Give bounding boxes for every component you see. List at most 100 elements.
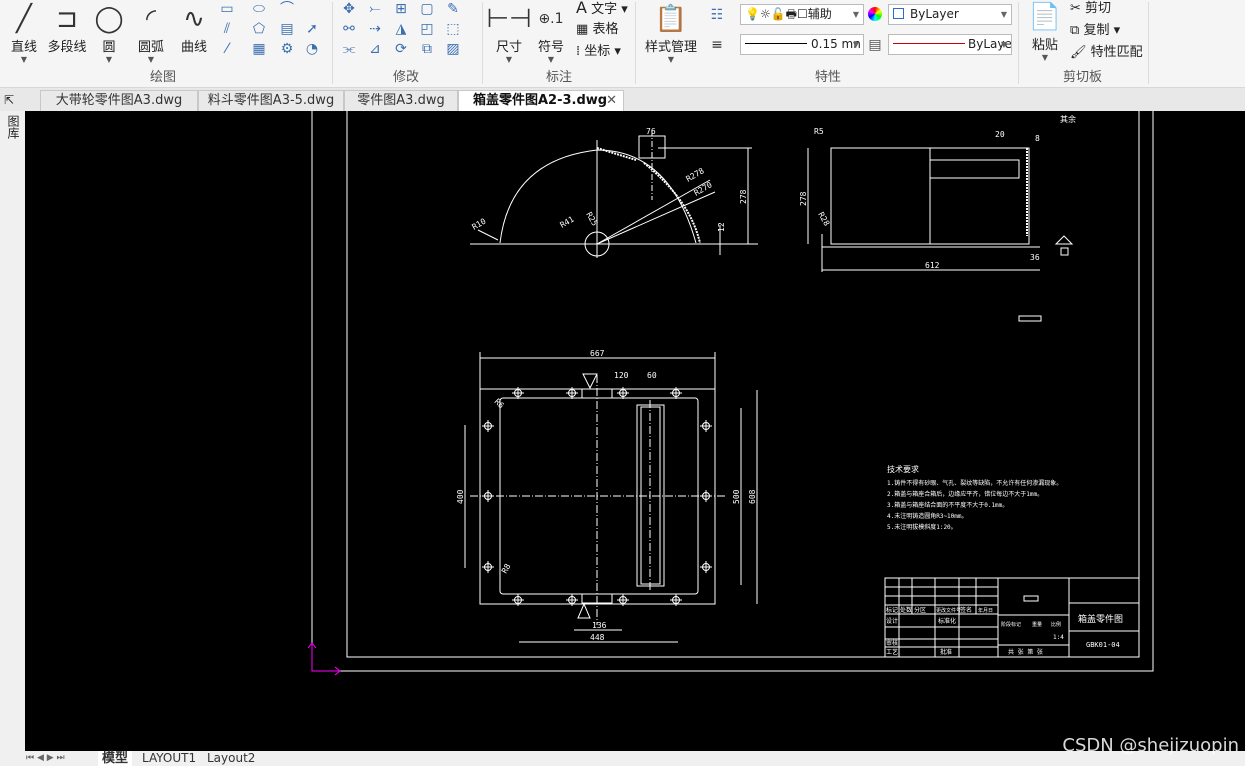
file-tab[interactable]: 零件图A3.dwg — [344, 90, 458, 111]
offset-icon[interactable]: ⫘ — [340, 40, 358, 58]
scale-icon[interactable]: ◰ — [418, 20, 436, 38]
color-select[interactable]: ByLayer ▼ — [888, 4, 1012, 25]
layout-tab-bar: ⏮ ◀ ▶ ⏭ 模型 LAYOUT1 Layout2 — [0, 751, 1245, 766]
dim-text: R270 — [693, 180, 714, 198]
tab-layout1[interactable]: LAYOUT1 — [142, 751, 196, 766]
rotate-icon[interactable]: ⟳ — [392, 40, 410, 58]
trim-icon[interactable]: ⤚ — [366, 0, 384, 18]
revcloud-icon[interactable]: ▤ — [278, 20, 296, 38]
array-icon[interactable]: ⊞ — [392, 0, 410, 18]
spline-icon: ∿ — [183, 4, 205, 34]
cut-button[interactable]: ✂ 剪切 — [1070, 0, 1111, 16]
copy-button[interactable]: ⧉ 复制 ▾ — [1070, 19, 1120, 38]
coordinate-button[interactable]: ⁞ 坐标 ▾ — [576, 40, 621, 59]
spline-button[interactable]: ∿ 曲线 — [176, 2, 212, 55]
fillet-icon[interactable]: ⧉ — [418, 40, 436, 58]
detail-rect — [1018, 315, 1042, 322]
linetype-select[interactable]: ByLaye ▼ — [888, 34, 1012, 55]
tb-label: 设计 — [886, 617, 898, 625]
watermark: CSDN @shejizuopin — [1062, 735, 1239, 756]
tb-drawing-code: GBK01-04 — [1086, 641, 1120, 649]
file-tab[interactable]: 大带轮零件图A3.dwg — [40, 90, 198, 111]
layout-nav-buttons[interactable]: ⏮ ◀ ▶ ⏭ — [26, 751, 65, 766]
stretch-icon[interactable]: ⊿ — [366, 40, 384, 58]
circle-button[interactable]: ◯ 圆 ▼ — [92, 2, 126, 64]
draw-group-label: 绘图 — [150, 70, 177, 85]
edit-hatch-icon[interactable]: ▨ — [444, 40, 462, 58]
file-tab-active[interactable]: 箱盖零件图A2-3.dwg ✕ — [458, 90, 624, 111]
library-panel-strip[interactable]: 图库 — [0, 111, 25, 766]
dimension-button[interactable]: ⊢⊣ 尺寸 ▼ — [486, 2, 531, 64]
dim-text: 278 — [739, 189, 748, 204]
paste-button[interactable]: 📄 粘贴 ▼ — [1026, 0, 1064, 62]
drawing-canvas[interactable]: 76 R278 R270 R10 R41 R25 278 12 R5 20 8 … — [25, 111, 1245, 751]
tab-layout2[interactable]: Layout2 — [207, 751, 255, 766]
ellipse-icon[interactable]: ⬭ — [250, 0, 268, 18]
dim-text: R278 — [685, 166, 706, 184]
block-icon[interactable]: ⬚ — [444, 20, 462, 38]
explode-icon[interactable]: ▢ — [418, 0, 436, 18]
extend-icon[interactable]: ⇢ — [366, 20, 384, 38]
dim-text: R41 — [559, 215, 576, 230]
front-view — [470, 130, 758, 258]
lineweight-icon[interactable]: ≡ — [708, 36, 726, 54]
copy-object-icon[interactable]: ⚯ — [340, 20, 358, 38]
tech-line: 4.未注明铸造圆角R3~10mm。 — [887, 512, 968, 520]
curve-icon[interactable]: ⌒ — [278, 0, 296, 18]
layer-select[interactable]: 💡☼🔓🖶☐辅助 ▼ — [740, 4, 864, 25]
clipboard-group-label: 剪切板 — [1063, 70, 1103, 85]
line-button[interactable]: ╱ 直线 ▼ — [6, 2, 42, 64]
hole-centerline — [482, 490, 494, 502]
text-button[interactable]: A 文字 ▾ — [576, 0, 628, 17]
hole-centerline — [700, 561, 712, 573]
properties-edit-icon[interactable]: ✎ — [444, 0, 462, 18]
layer-state-icons: 💡☼🔓🖶☐ — [745, 7, 808, 21]
polyline-icon: ⊐ — [56, 4, 78, 34]
tech-title: 技术要求 — [887, 464, 919, 474]
symbol-button[interactable]: ⊕.1 符号 ▼ — [534, 2, 568, 64]
dim-text: 400 — [456, 489, 465, 504]
linetype-icon[interactable]: ▤ — [866, 36, 884, 54]
tab-model[interactable]: 模型 — [98, 751, 133, 766]
hatch-icon[interactable]: ▦ — [250, 40, 268, 58]
tb-label: 更改文件号 — [936, 607, 961, 614]
mirror-icon[interactable]: ◮ — [392, 20, 410, 38]
close-tab-icon[interactable]: ✕ — [606, 91, 617, 111]
tech-line: 5.未注明拔模斜度1:20。 — [887, 523, 957, 531]
tab-menu-icon[interactable]: ⇱ — [4, 93, 14, 107]
gear-icon[interactable]: ⚙ — [278, 40, 296, 58]
hole-centerline — [700, 420, 712, 432]
hole-centerline — [482, 420, 494, 432]
rectangle-icon[interactable]: ▭ — [218, 0, 236, 18]
multiline-icon[interactable]: ⫽ — [218, 20, 236, 38]
circle-icon: ◯ — [94, 4, 124, 34]
tb-scale: 1:4 — [1053, 634, 1064, 641]
hole-centerline — [700, 490, 712, 502]
arc-icon: ◜ — [145, 4, 157, 34]
technical-requirements: 技术要求 1.铸件不得有砂眼、气孔、裂纹等缺陷，不允许有任何渗漏现象。 2.箱盖… — [887, 464, 1062, 531]
tb-label: 标记 — [886, 606, 898, 614]
wipeout-icon[interactable]: ◔ — [303, 40, 321, 58]
region-icon[interactable]: ⬠ — [250, 20, 268, 38]
copy-icon: ⧉ — [1070, 23, 1080, 38]
match-properties-button[interactable]: 🖌 特性匹配 — [1070, 41, 1143, 60]
layer-manager-icon[interactable]: ☷ — [708, 6, 726, 24]
polyline-button[interactable]: ⊐ 多段线 — [45, 2, 89, 55]
color-wheel-icon[interactable] — [868, 7, 882, 21]
lineweight-select[interactable]: 0.15 mn ▼ — [740, 34, 864, 55]
tb-label: 审核 — [886, 639, 898, 647]
tb-sheet: 共 张 第 张 — [1008, 648, 1043, 656]
tb-label: 批准 — [940, 648, 952, 656]
style-manager-button[interactable]: 📋 样式管理 ▼ — [643, 2, 699, 64]
move-icon[interactable]: ✥ — [340, 0, 358, 18]
tech-line: 1.铸件不得有砂眼、气孔、裂纹等缺陷，不允许有任何渗漏现象。 — [887, 479, 1062, 487]
arc-button[interactable]: ◜ 圆弧 ▼ — [132, 2, 170, 64]
dim-text: 667 — [590, 349, 605, 358]
table-button[interactable]: ▦ 表格 — [576, 18, 618, 37]
file-tab[interactable]: 料斗零件图A3-5.dwg — [198, 90, 344, 111]
annotate-group-label: 标注 — [546, 70, 573, 85]
xline-icon[interactable]: ⁄ — [218, 40, 236, 58]
scissors-icon: ✂ — [1070, 1, 1081, 16]
arrow-icon[interactable]: ➚ — [303, 20, 321, 38]
dim-text: R6 — [493, 397, 506, 410]
